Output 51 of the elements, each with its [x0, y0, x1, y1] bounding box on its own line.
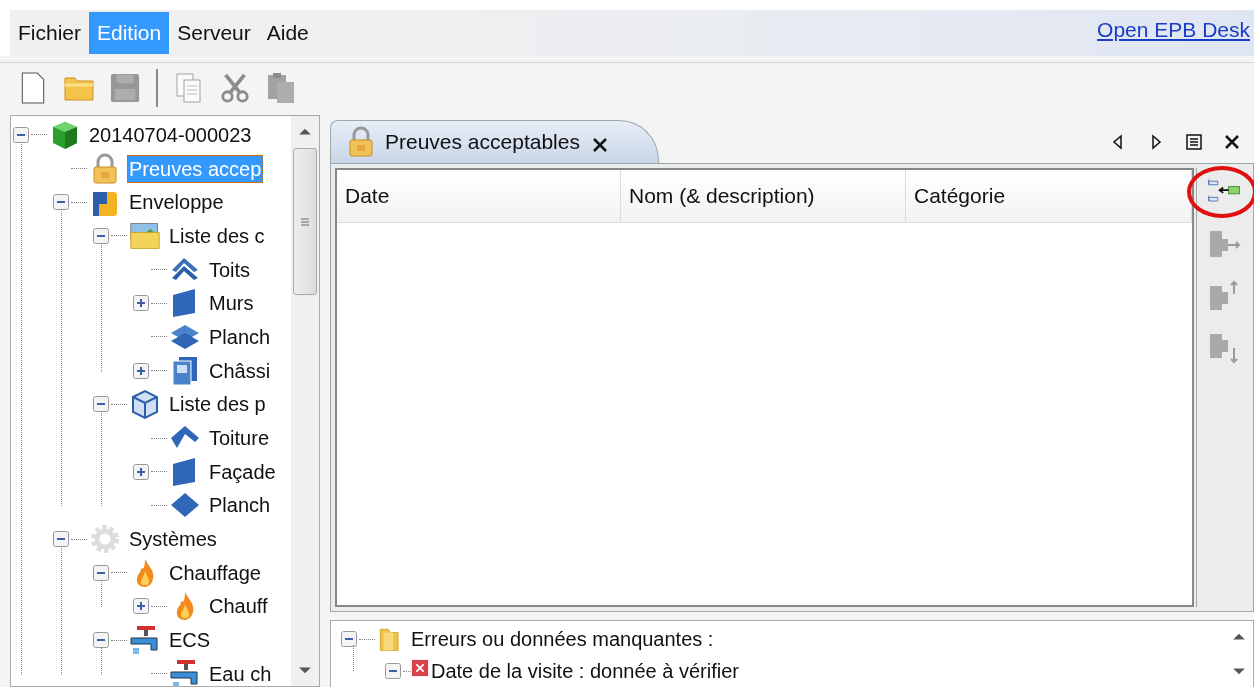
collapse-icon[interactable] [53, 194, 69, 211]
editor-tab[interactable]: Preuves acceptables [330, 120, 659, 163]
menu-item[interactable]: Aide [258, 12, 317, 54]
tree-item[interactable]: Toits [207, 255, 253, 284]
scroll-down-icon[interactable] [298, 666, 312, 676]
expand-icon[interactable] [133, 362, 149, 379]
menu-item[interactable]: Serveur [169, 12, 259, 54]
tree-item[interactable]: Planch [207, 322, 273, 351]
collapse-icon[interactable] [93, 632, 109, 649]
tree-item[interactable]: Eau ch [207, 659, 274, 686]
tree-item[interactable]: Châssi [207, 356, 273, 385]
tree-item[interactable]: Erreurs ou données manquantes : [409, 625, 716, 653]
expand-icon[interactable] [133, 295, 149, 312]
tree-item[interactable]: Murs [207, 289, 256, 318]
collapse-icon[interactable] [53, 531, 69, 548]
gear-icon [89, 523, 121, 556]
expand-icon[interactable] [133, 463, 149, 480]
column-header[interactable]: Catégorie [906, 170, 1192, 222]
close-icon[interactable] [1224, 134, 1240, 150]
column-header[interactable]: Nom (& description) [621, 170, 906, 222]
scroll-up-icon[interactable] [1232, 631, 1246, 641]
tree-item[interactable]: Liste des p [167, 390, 268, 419]
tree-item[interactable]: Date de la visite : donnée à vérifier [429, 657, 741, 685]
tree-item[interactable]: 20140704-000023 [87, 120, 254, 149]
scroll-down-icon[interactable] [1232, 667, 1246, 677]
collapse-icon[interactable] [385, 663, 401, 679]
tap-icon [169, 657, 201, 686]
column-header[interactable]: Date [337, 170, 621, 222]
tree-item[interactable]: ECS [167, 626, 213, 655]
collapse-icon[interactable] [93, 564, 109, 581]
collapse-icon[interactable] [93, 396, 109, 413]
scrollbar-thumb[interactable] [293, 148, 317, 295]
error-icon [411, 659, 429, 677]
tree-item[interactable]: Enveloppe [127, 188, 226, 217]
header-link[interactable]: Open EPB Desk [1097, 16, 1254, 44]
tree-item[interactable]: Façade [207, 457, 278, 486]
tree-item[interactable]: Toiture [207, 424, 272, 453]
tree-item[interactable]: Planch [207, 491, 273, 520]
tap-icon [129, 624, 161, 657]
tree-item[interactable]: Systèmes [127, 525, 219, 554]
expand-icon[interactable] [133, 598, 149, 615]
tree-item[interactable]: Chauffage [167, 558, 263, 587]
list-icon[interactable] [1186, 134, 1202, 150]
tree-item[interactable]: Chauff [207, 592, 270, 621]
collapse-icon[interactable] [341, 631, 357, 647]
tree-item[interactable]: Liste des c [167, 221, 267, 250]
collapse-icon[interactable] [13, 126, 29, 143]
cube-icon [129, 388, 161, 421]
menu-item[interactable]: Fichier [10, 12, 89, 54]
collapse-icon[interactable] [93, 227, 109, 244]
scroll-up-icon[interactable] [298, 126, 312, 136]
